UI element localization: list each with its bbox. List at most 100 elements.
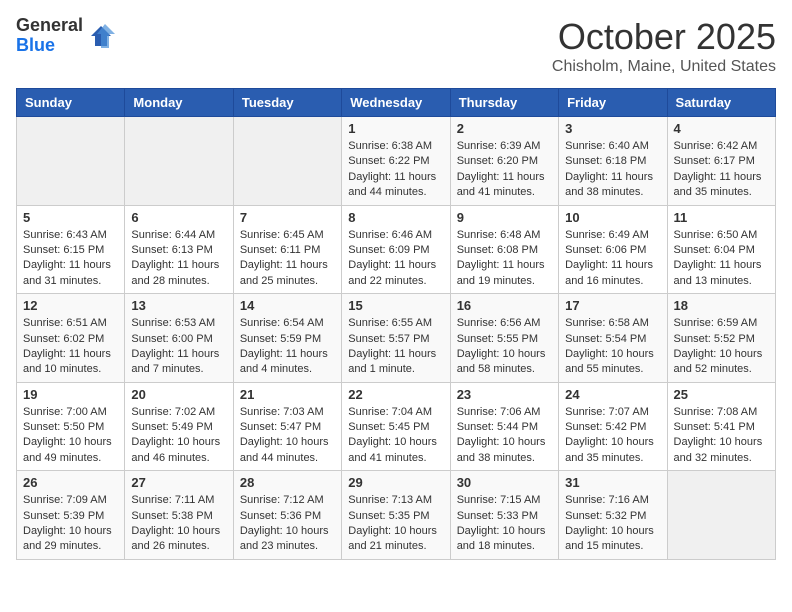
day-number: 10 [565, 210, 660, 225]
calendar-table: SundayMondayTuesdayWednesdayThursdayFrid… [16, 88, 776, 560]
cell-content: Sunrise: 6:49 AMSunset: 6:06 PMDaylight:… [565, 228, 660, 290]
cell-content: Sunrise: 7:06 AMSunset: 5:44 PMDaylight:… [457, 405, 552, 467]
calendar-cell: 7 Sunrise: 6:45 AMSunset: 6:11 PMDaylight… [233, 205, 341, 294]
cell-content: Sunrise: 7:02 AMSunset: 5:49 PMDaylight:… [131, 405, 226, 467]
day-number: 27 [131, 475, 226, 490]
day-number: 28 [240, 475, 335, 490]
day-number: 2 [457, 121, 552, 136]
cell-content: Sunrise: 6:48 AMSunset: 6:08 PMDaylight:… [457, 228, 552, 290]
calendar-cell: 28Sunrise: 7:12 AMSunset: 5:36 PMDayligh… [233, 471, 341, 560]
calendar-cell: 25 Sunrise: 7:08 AMSunset: 5:41 PMDayligh… [667, 382, 775, 471]
day-number: 7 [240, 210, 335, 225]
day-header-thursday: Thursday [450, 89, 558, 117]
cell-content: Sunrise: 7:16 AMSunset: 5:32 PMDaylight:… [565, 493, 660, 555]
day-number: 11 [674, 210, 769, 225]
day-number: 1 [348, 121, 443, 136]
calendar-week-4: 19 Sunrise: 7:00 AMSunset: 5:50 PMDayligh… [17, 382, 776, 471]
day-number: 23 [457, 387, 552, 402]
day-number: 22 [348, 387, 443, 402]
calendar-cell [667, 471, 775, 560]
cell-content: Sunrise: 6:55 AMSunset: 5:57 PMDaylight:… [348, 316, 443, 378]
cell-content: Sunrise: 6:42 AMSunset: 6:17 PMDaylight:… [674, 139, 769, 201]
page-header: General Blue October 2025 Chisholm, Main… [16, 16, 776, 76]
calendar-week-2: 5 Sunrise: 6:43 AMSunset: 6:15 PMDaylight… [17, 205, 776, 294]
cell-content: Sunrise: 6:59 AMSunset: 5:52 PMDaylight:… [674, 316, 769, 378]
calendar-week-1: 1 Sunrise: 6:38 AMSunset: 6:22 PMDaylight… [17, 117, 776, 206]
day-number: 18 [674, 298, 769, 313]
day-number: 5 [23, 210, 118, 225]
day-number: 14 [240, 298, 335, 313]
calendar-cell: 1 Sunrise: 6:38 AMSunset: 6:22 PMDaylight… [342, 117, 450, 206]
calendar-cell: 12 Sunrise: 6:51 AMSunset: 6:02 PMDayligh… [17, 294, 125, 383]
calendar-cell: 2 Sunrise: 6:39 AMSunset: 6:20 PMDaylight… [450, 117, 558, 206]
calendar-cell: 24 Sunrise: 7:07 AMSunset: 5:42 PMDayligh… [559, 382, 667, 471]
day-number: 26 [23, 475, 118, 490]
day-header-tuesday: Tuesday [233, 89, 341, 117]
calendar-cell: 29 Sunrise: 7:13 AMSunset: 5:35 PMDayligh… [342, 471, 450, 560]
cell-content: Sunrise: 7:11 AMSunset: 5:38 PMDaylight:… [131, 493, 226, 555]
calendar-cell: 20 Sunrise: 7:02 AMSunset: 5:49 PMDayligh… [125, 382, 233, 471]
calendar-cell: 21 Sunrise: 7:03 AMSunset: 5:47 PMDayligh… [233, 382, 341, 471]
calendar-cell: 5 Sunrise: 6:43 AMSunset: 6:15 PMDaylight… [17, 205, 125, 294]
day-number: 8 [348, 210, 443, 225]
day-number: 16 [457, 298, 552, 313]
cell-content: Sunrise: 6:50 AMSunset: 6:04 PMDaylight:… [674, 228, 769, 290]
calendar-cell: 13 Sunrise: 6:53 AMSunset: 6:00 PMDayligh… [125, 294, 233, 383]
day-number: 25 [674, 387, 769, 402]
day-number: 21 [240, 387, 335, 402]
cell-content: Sunrise: 6:54 AMSunset: 5:59 PMDaylight:… [240, 316, 335, 378]
logo-general: General [16, 16, 83, 36]
day-number: 19 [23, 387, 118, 402]
day-number: 17 [565, 298, 660, 313]
calendar-cell: 15 Sunrise: 6:55 AMSunset: 5:57 PMDayligh… [342, 294, 450, 383]
cell-content: Sunrise: 7:13 AMSunset: 5:35 PMDaylight:… [348, 493, 443, 555]
day-number: 31 [565, 475, 660, 490]
day-header-saturday: Saturday [667, 89, 775, 117]
cell-content: Sunrise: 6:39 AMSunset: 6:20 PMDaylight:… [457, 139, 552, 201]
calendar-cell: 19 Sunrise: 7:00 AMSunset: 5:50 PMDayligh… [17, 382, 125, 471]
cell-content: Sunrise: 6:38 AMSunset: 6:22 PMDaylight:… [348, 139, 443, 201]
cell-content: Sunrise: 6:45 AMSunset: 6:11 PMDaylight:… [240, 228, 335, 290]
cell-content: Sunrise: 7:03 AMSunset: 5:47 PMDaylight:… [240, 405, 335, 467]
calendar-cell: 8Sunrise: 6:46 AMSunset: 6:09 PMDaylight… [342, 205, 450, 294]
title-block: October 2025 Chisholm, Maine, United Sta… [552, 16, 776, 76]
cell-content: Sunrise: 7:04 AMSunset: 5:45 PMDaylight:… [348, 405, 443, 467]
day-header-wednesday: Wednesday [342, 89, 450, 117]
cell-content: Sunrise: 7:08 AMSunset: 5:41 PMDaylight:… [674, 405, 769, 467]
cell-content: Sunrise: 6:51 AMSunset: 6:02 PMDaylight:… [23, 316, 118, 378]
day-number: 12 [23, 298, 118, 313]
day-number: 24 [565, 387, 660, 402]
calendar-cell [233, 117, 341, 206]
day-number: 15 [348, 298, 443, 313]
cell-content: Sunrise: 6:53 AMSunset: 6:00 PMDaylight:… [131, 316, 226, 378]
day-number: 20 [131, 387, 226, 402]
day-header-friday: Friday [559, 89, 667, 117]
day-number: 13 [131, 298, 226, 313]
month-title: October 2025 [552, 16, 776, 58]
calendar-cell: 4Sunrise: 6:42 AMSunset: 6:17 PMDaylight… [667, 117, 775, 206]
calendar-cell: 22 Sunrise: 7:04 AMSunset: 5:45 PMDayligh… [342, 382, 450, 471]
calendar-cell: 31 Sunrise: 7:16 AMSunset: 5:32 PMDayligh… [559, 471, 667, 560]
calendar-cell: 10 Sunrise: 6:49 AMSunset: 6:06 PMDayligh… [559, 205, 667, 294]
cell-content: Sunrise: 6:43 AMSunset: 6:15 PMDaylight:… [23, 228, 118, 290]
cell-content: Sunrise: 7:00 AMSunset: 5:50 PMDaylight:… [23, 405, 118, 467]
logo: General Blue [16, 16, 115, 56]
day-number: 30 [457, 475, 552, 490]
calendar-cell: 3Sunrise: 6:40 AMSunset: 6:18 PMDaylight… [559, 117, 667, 206]
calendar-cell: 30Sunrise: 7:15 AMSunset: 5:33 PMDayligh… [450, 471, 558, 560]
day-number: 29 [348, 475, 443, 490]
calendar-cell: 18 Sunrise: 6:59 AMSunset: 5:52 PMDayligh… [667, 294, 775, 383]
calendar-cell: 26Sunrise: 7:09 AMSunset: 5:39 PMDayligh… [17, 471, 125, 560]
calendar-cell: 14 Sunrise: 6:54 AMSunset: 5:59 PMDayligh… [233, 294, 341, 383]
calendar-cell: 17 Sunrise: 6:58 AMSunset: 5:54 PMDayligh… [559, 294, 667, 383]
calendar-week-5: 26Sunrise: 7:09 AMSunset: 5:39 PMDayligh… [17, 471, 776, 560]
cell-content: Sunrise: 7:07 AMSunset: 5:42 PMDaylight:… [565, 405, 660, 467]
location: Chisholm, Maine, United States [552, 58, 776, 76]
day-number: 9 [457, 210, 552, 225]
calendar-cell: 16 Sunrise: 6:56 AMSunset: 5:55 PMDayligh… [450, 294, 558, 383]
calendar-cell: 6Sunrise: 6:44 AMSunset: 6:13 PMDaylight… [125, 205, 233, 294]
cell-content: Sunrise: 6:58 AMSunset: 5:54 PMDaylight:… [565, 316, 660, 378]
calendar-header-row: SundayMondayTuesdayWednesdayThursdayFrid… [17, 89, 776, 117]
day-number: 3 [565, 121, 660, 136]
cell-content: Sunrise: 6:56 AMSunset: 5:55 PMDaylight:… [457, 316, 552, 378]
